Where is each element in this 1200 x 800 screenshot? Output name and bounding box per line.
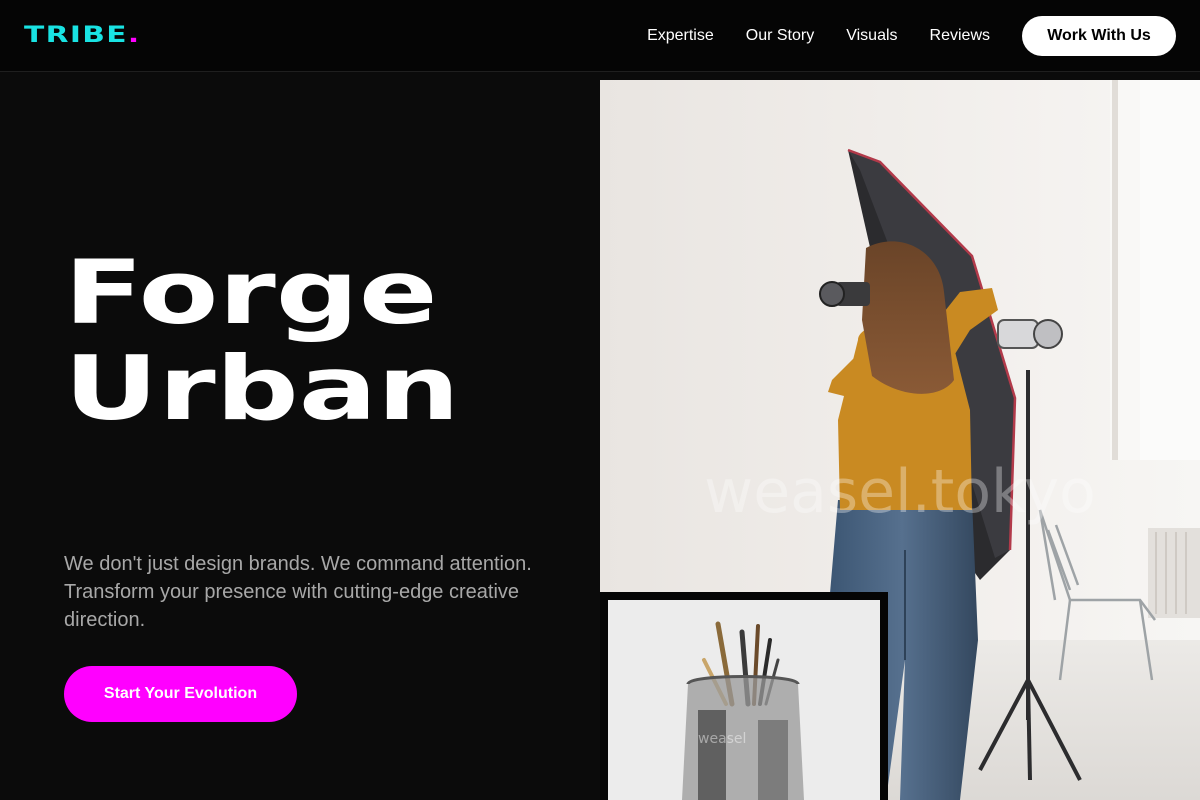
nav-link-reviews[interactable]: Reviews <box>930 27 990 45</box>
nav-link-expertise[interactable]: Expertise <box>647 27 714 45</box>
work-with-us-button[interactable]: Work With Us <box>1022 16 1176 56</box>
brush-jar-photo: weasel <box>608 600 880 800</box>
top-navigation-bar: TRIBE. Expertise Our Story Visuals Revie… <box>0 0 1200 72</box>
headline-line-1: Forge <box>64 241 438 344</box>
hero-tagline: We don't just design brands. We command … <box>64 553 532 631</box>
main-nav: Expertise Our Story Visuals Reviews Work… <box>647 0 1200 72</box>
brand-logo[interactable]: TRIBE. <box>24 22 141 50</box>
hero-headline: Forge Urban <box>64 245 460 437</box>
inset-photo-watermark: weasel <box>698 731 746 747</box>
brand-dot: . <box>127 23 141 48</box>
nav-link-visuals[interactable]: Visuals <box>846 27 897 45</box>
nav-link-our-story[interactable]: Our Story <box>746 27 814 45</box>
brand-name: TRIBE <box>24 23 128 48</box>
headline-line-2: Urban <box>64 337 460 440</box>
start-your-evolution-button[interactable]: Start Your Evolution <box>64 666 297 722</box>
hero-section: Forge Urban We don't just design brands.… <box>0 73 600 800</box>
main-photo-watermark: weasel.tokyo <box>704 457 1096 527</box>
